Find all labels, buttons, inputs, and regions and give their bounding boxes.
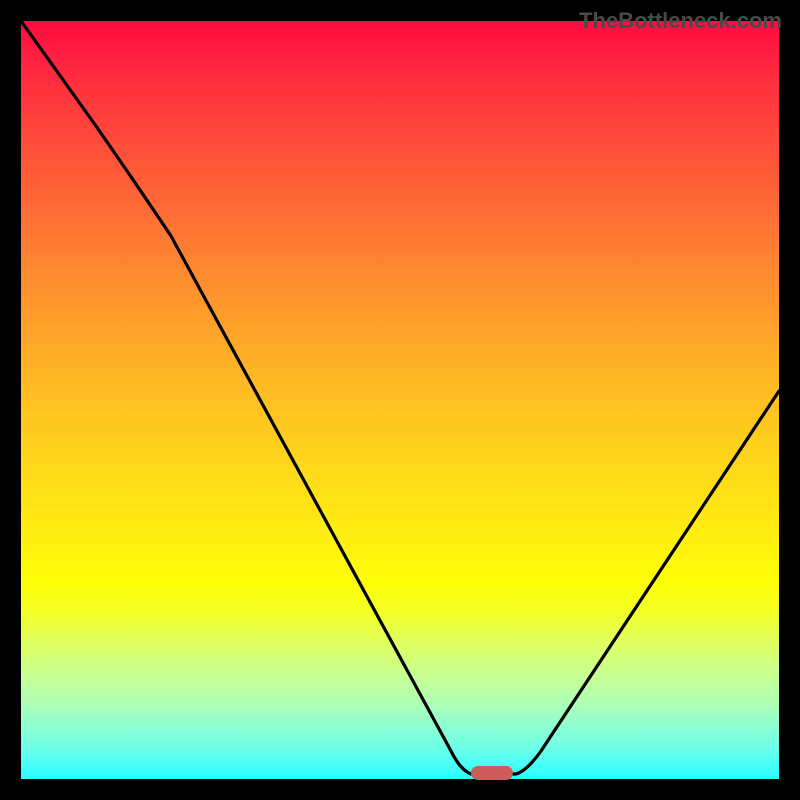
bottleneck-curve [21, 21, 779, 779]
plot-area [21, 21, 779, 779]
optimal-marker [471, 766, 513, 780]
chart-container: TheBottleneck.com [0, 0, 800, 800]
watermark-text: TheBottleneck.com [579, 8, 782, 34]
